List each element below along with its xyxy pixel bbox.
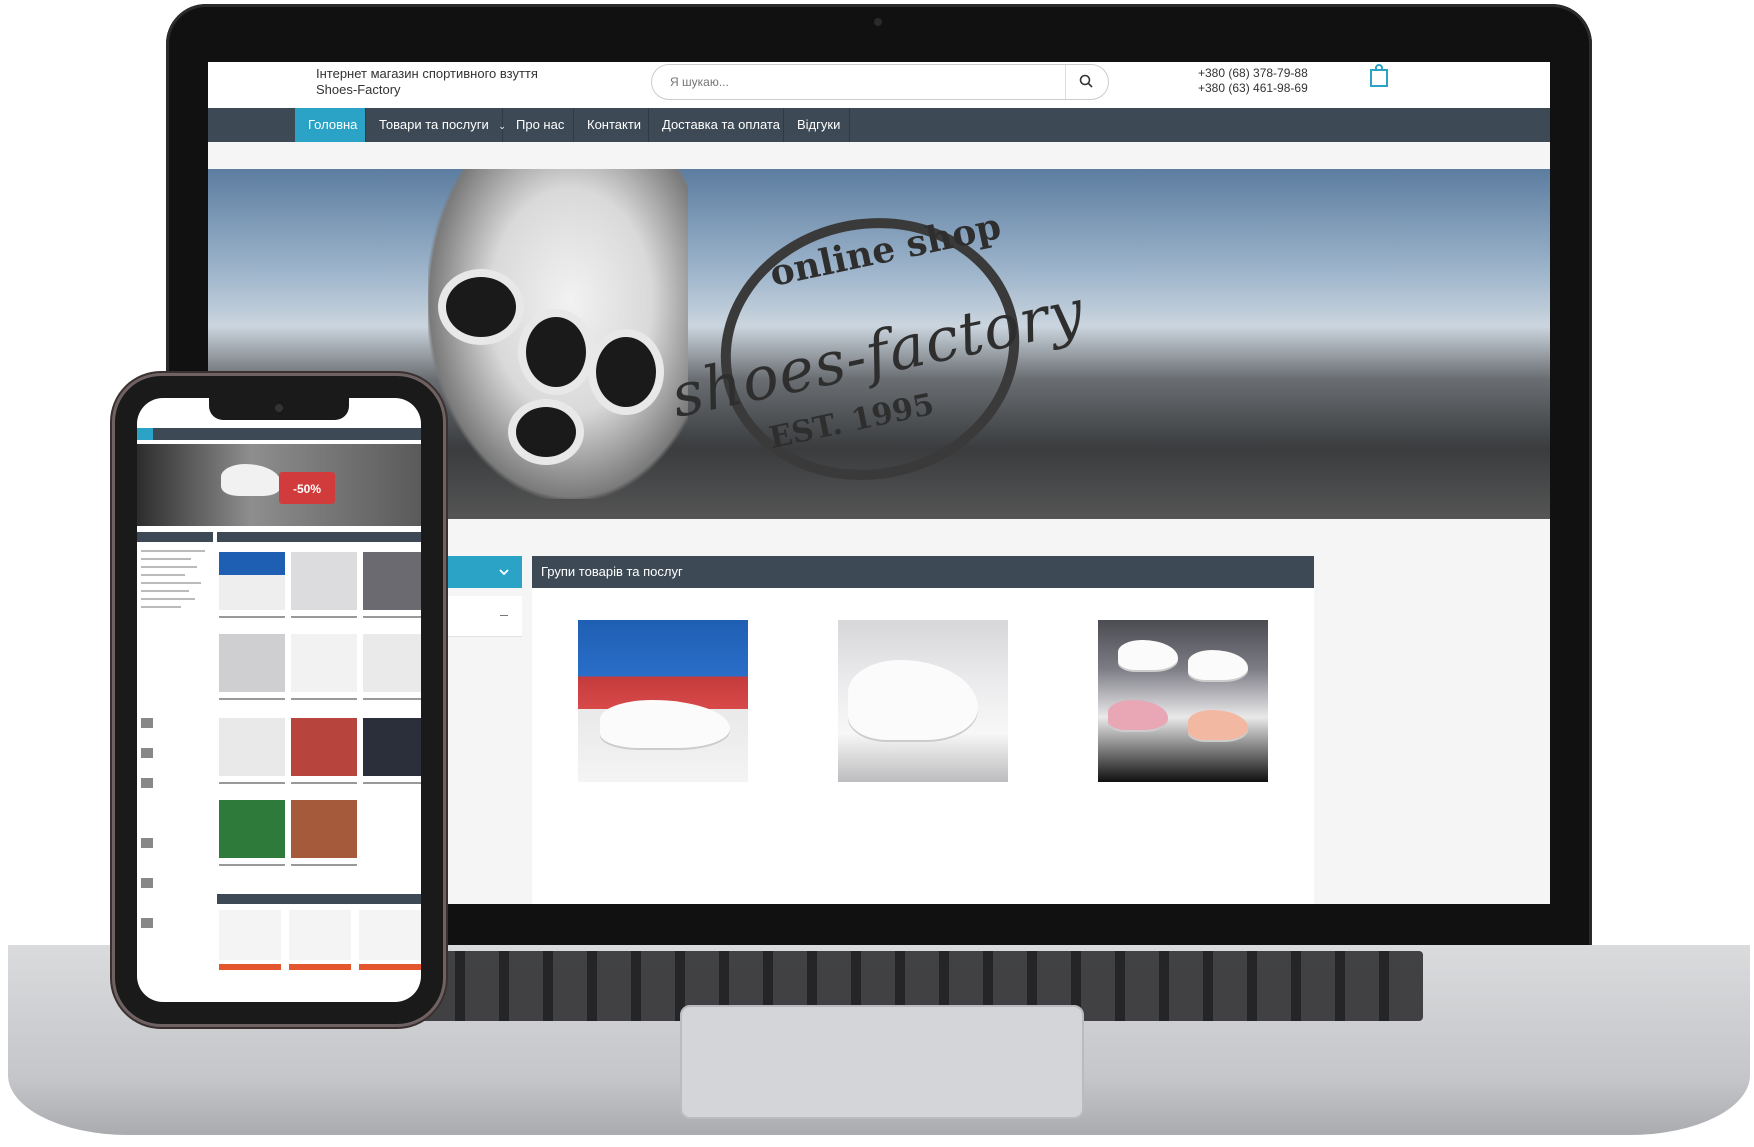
mobile-sidebar-item[interactable]: [141, 574, 185, 576]
mobile-group-caption: [219, 782, 285, 784]
main-nav: Головна Товари та послуги ⌄ Про нас Конт…: [208, 108, 1550, 142]
phone-camera: [275, 404, 283, 412]
hero-shoe-sole: [438, 269, 524, 345]
mobile-price-bar: [359, 964, 421, 970]
nav-item-about[interactable]: Про нас: [503, 108, 574, 142]
mobile-group-thumb[interactable]: [219, 800, 285, 858]
mobile-news-thumb[interactable]: [141, 778, 153, 788]
mobile-news-thumb[interactable]: [141, 878, 153, 888]
mobile-group-caption: [291, 698, 357, 700]
mobile-group-caption: [291, 782, 357, 784]
mobile-sidebar-item[interactable]: [141, 598, 195, 600]
phone-numbers: +380 (68) 378-79-88 +380 (63) 461-98-69: [1198, 66, 1308, 96]
mobile-sidebar-item[interactable]: [141, 582, 201, 584]
search-button[interactable]: [1065, 65, 1108, 99]
mobile-group-thumb[interactable]: [219, 634, 285, 692]
mobile-sidebar-item[interactable]: [141, 606, 181, 608]
mobile-hero[interactable]: -50%: [137, 444, 421, 526]
mobile-group-thumb[interactable]: [363, 552, 421, 610]
mobile-sidebar-item[interactable]: [141, 558, 191, 560]
mobile-news-thumb[interactable]: [141, 718, 153, 728]
mobile-group-thumb[interactable]: [219, 718, 285, 776]
mobile-group-thumb[interactable]: [291, 800, 357, 858]
search-input[interactable]: [668, 74, 1032, 90]
site-title-line2: Shoes-Factory: [316, 82, 401, 97]
phone-notch: [209, 398, 349, 420]
hero-shoe-sole: [588, 329, 664, 415]
sneaker-image: [600, 700, 730, 748]
mobile-news-thumb[interactable]: [141, 748, 153, 758]
phone-screen: -50%: [137, 398, 421, 1002]
phone-number-1[interactable]: +380 (68) 378-79-88: [1198, 66, 1308, 81]
group-card-2[interactable]: [838, 620, 1008, 782]
mobile-price-bar: [219, 964, 281, 970]
mobile-sidebar-item[interactable]: [141, 550, 205, 552]
mobile-news-thumb[interactable]: [141, 838, 153, 848]
touchpad: [680, 1005, 1084, 1119]
phone: -50%: [115, 376, 443, 1024]
mobile-group-caption: [219, 616, 285, 618]
mobile-price-bar: [289, 964, 351, 970]
mobile-product-card[interactable]: [289, 910, 351, 960]
mobile-group-caption: [291, 616, 357, 618]
sneaker-image: [848, 660, 978, 740]
mobile-product-card[interactable]: [219, 910, 281, 960]
mobile-group-thumb[interactable]: [291, 552, 357, 610]
mobile-group-caption: [291, 864, 357, 866]
nav-item-delivery[interactable]: Доставка та оплата: [649, 108, 784, 142]
search-box: [651, 64, 1109, 100]
product-groups: Групи товарів та послуг: [532, 556, 1314, 904]
mobile-group-caption: [363, 782, 421, 784]
mobile-group-thumb[interactable]: [291, 634, 357, 692]
mobile-group-caption: [363, 616, 421, 618]
sneaker-image: [1118, 640, 1178, 670]
mobile-group-thumb[interactable]: [363, 718, 421, 776]
cart-icon[interactable]: [1368, 64, 1390, 88]
group-card-1[interactable]: [578, 620, 748, 782]
sneaker-image: [1108, 700, 1168, 730]
mobile-groups-header: [217, 532, 421, 542]
groups-header: Групи товарів та послуг: [532, 556, 1314, 588]
mobile-nav[interactable]: [137, 428, 421, 440]
mobile-group-caption: [363, 698, 421, 700]
nav-item-home[interactable]: Головна: [295, 108, 366, 142]
mobile-group-thumb[interactable]: [219, 552, 285, 610]
chevron-down-icon: [499, 569, 509, 576]
nav-item-reviews[interactable]: Відгуки: [784, 108, 850, 142]
site-title[interactable]: Інтернет магазин спортивного взуття Shoe…: [316, 66, 576, 98]
search-icon: [1079, 74, 1093, 88]
mobile-sale-badge: -50%: [279, 472, 335, 504]
mobile-sidebar-item[interactable]: [141, 566, 197, 568]
mobile-group-caption: [219, 864, 285, 866]
mobile-product-card[interactable]: [359, 910, 421, 960]
nav-item-contacts[interactable]: Контакти: [574, 108, 649, 142]
hero-shoe-sole: [518, 309, 594, 395]
site-header: Інтернет магазин спортивного взуття Shoe…: [208, 62, 1550, 108]
groups-title: Групи товарів та послуг: [541, 564, 683, 579]
group-card-3[interactable]: [1098, 620, 1268, 782]
sneaker-image: [1188, 650, 1248, 680]
mobile-news-thumb[interactable]: [141, 918, 153, 928]
mobile-group-thumb[interactable]: [363, 634, 421, 692]
phone-number-2[interactable]: +380 (63) 461-98-69: [1198, 81, 1308, 96]
mobile-group-caption: [219, 698, 285, 700]
sneaker-image: [1188, 710, 1248, 740]
slider-dots: [783, 514, 828, 519]
nav-item-products-label: Товари та послуги: [379, 117, 489, 132]
mobile-showcase-header: [217, 894, 421, 904]
minus-icon: [500, 615, 508, 616]
mobile-group-thumb[interactable]: [291, 718, 357, 776]
mobile-sidebar-item[interactable]: [141, 590, 189, 592]
site-title-line1: Інтернет магазин спортивного взуття: [316, 66, 538, 81]
nav-item-products[interactable]: Товари та послуги ⌄: [366, 108, 506, 142]
mobile-nav-active[interactable]: [137, 428, 153, 440]
hero-shoe-sole: [508, 399, 584, 465]
mobile-hero-shoe: [221, 464, 281, 496]
laptop-camera: [874, 18, 882, 26]
mobile-sidebar-header[interactable]: [137, 532, 213, 542]
